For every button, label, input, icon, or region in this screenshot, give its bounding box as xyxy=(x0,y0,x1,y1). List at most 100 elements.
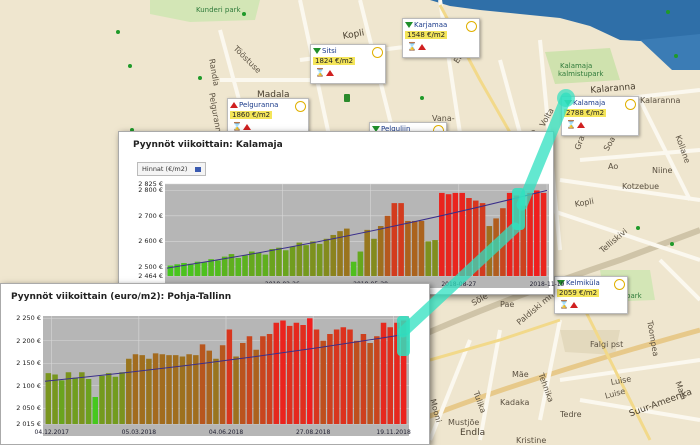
bar xyxy=(289,246,296,276)
bar xyxy=(273,322,280,424)
bar xyxy=(159,354,166,424)
bar xyxy=(152,353,159,424)
bar xyxy=(99,375,105,424)
bar xyxy=(166,355,172,424)
prices-tab[interactable]: Hinnat (€/m2) xyxy=(137,162,207,176)
y-tick-label: 2 250 € xyxy=(16,314,41,323)
up-arrow-icon xyxy=(326,70,334,76)
street-label: Mäe xyxy=(512,370,529,379)
bar xyxy=(146,358,152,424)
up-arrow-icon xyxy=(577,122,585,128)
bar xyxy=(439,192,445,276)
kalamaja-chart-panel: Pyynnöt viikoittain: Kalamaja Hinnat (€/… xyxy=(118,131,565,295)
street-label: kalmistupark xyxy=(558,70,604,78)
bar xyxy=(105,373,112,424)
street-label: park xyxy=(626,292,642,300)
bar xyxy=(260,336,266,424)
area-marker-kalamaja[interactable]: Kalamaja 2788 €/m2 ⌛ xyxy=(561,96,639,136)
pohja-chart-title: Pyynnöt viikoittain (euro/m2): Pohja-Tal… xyxy=(11,292,232,302)
pohja-plot-area: 04.12.2017 05.03.2018 04.06.2018 27.08.2018… xyxy=(35,316,411,436)
bar xyxy=(52,374,58,424)
bar xyxy=(92,397,99,424)
y-tick-label: 2 600 € xyxy=(138,237,163,246)
hourglass-icon: ⌛ xyxy=(566,120,576,129)
street-label: Kalaranna xyxy=(640,96,681,105)
street-label: Mustjõe xyxy=(448,418,480,427)
bar xyxy=(246,336,253,424)
area-price: 2788 €/m2 xyxy=(564,109,607,117)
bar xyxy=(119,372,125,424)
bar xyxy=(320,340,326,424)
street-label: Tedre xyxy=(560,410,582,419)
hourglass-icon: ⌛ xyxy=(559,300,569,309)
area-marker-pelguranna[interactable]: Pelguranna 1860 €/m2 ⌛ xyxy=(227,98,309,134)
street-label: Niine xyxy=(652,166,673,175)
bar xyxy=(65,372,72,424)
area-name: Kalamaja xyxy=(573,99,606,107)
bar xyxy=(323,238,330,276)
bar xyxy=(418,220,425,276)
area-name: Karjamaa xyxy=(414,21,448,29)
bar xyxy=(310,241,316,276)
bar xyxy=(459,192,465,276)
y-tick-label: 2 015 € xyxy=(16,420,41,428)
bar xyxy=(201,262,208,276)
bar xyxy=(493,218,499,276)
bar xyxy=(262,254,269,276)
bar xyxy=(534,190,540,276)
bar xyxy=(79,372,85,424)
kalamaja-chart-title: Pyynnöt viikoittain: Kalamaja xyxy=(133,140,283,150)
kalamaja-bar-chart: 2018-02-262018-05-282018-08-272018-11-19 xyxy=(165,183,565,288)
bar xyxy=(353,340,360,424)
y-tick-label: 2 700 € xyxy=(138,211,163,220)
x-tick-label: 04.12.2017 xyxy=(35,429,70,436)
bar xyxy=(300,325,306,424)
x-tick-label: 05.03.2018 xyxy=(122,429,157,436)
area-marker-karjamaa[interactable]: Karjamaa 1548 €/m2 ⌛ xyxy=(402,18,480,58)
bar xyxy=(340,327,347,424)
chart-icon xyxy=(195,166,202,172)
up-arrow-icon xyxy=(243,124,251,130)
area-name: Kelmiküla xyxy=(566,279,600,287)
bar xyxy=(377,226,384,276)
bar xyxy=(280,320,286,424)
up-arrow-icon xyxy=(418,44,426,50)
hourglass-icon: ⌛ xyxy=(407,42,417,51)
bar xyxy=(242,255,248,276)
bar xyxy=(371,238,377,276)
bar xyxy=(506,192,513,276)
bar xyxy=(400,320,407,424)
bar xyxy=(85,379,92,424)
bar xyxy=(330,234,337,276)
y-tick-label: 2 800 € xyxy=(138,186,163,195)
bar xyxy=(313,329,320,424)
bar xyxy=(513,195,520,276)
bar xyxy=(269,248,275,276)
bar xyxy=(327,334,333,424)
x-tick-label: 2018-11-19 xyxy=(530,281,565,288)
bar xyxy=(520,205,527,276)
bar xyxy=(206,350,212,424)
bar xyxy=(276,247,282,276)
bar xyxy=(266,334,273,424)
bar xyxy=(333,329,340,424)
y-tick-label: 2 500 € xyxy=(138,262,163,271)
bar xyxy=(219,345,226,424)
bar xyxy=(472,200,479,276)
bar xyxy=(240,343,246,424)
bar xyxy=(172,355,179,424)
area-marker-kelmiküla[interactable]: Kelmiküla 2059 €/m2 ⌛ xyxy=(554,276,628,314)
y-tick-label: 2 464 € xyxy=(138,272,163,280)
bar xyxy=(226,329,233,424)
bar xyxy=(411,220,418,276)
street-label: Falgi pst xyxy=(590,340,624,349)
bar xyxy=(199,344,206,424)
trend-arrow-icon xyxy=(230,102,238,108)
bar xyxy=(215,260,221,276)
bar xyxy=(139,355,145,424)
bar xyxy=(286,325,293,424)
bar xyxy=(350,261,357,276)
area-marker-sitsi[interactable]: Sitsi 1824 €/m2 ⌛ xyxy=(310,44,386,84)
hourglass-icon: ⌛ xyxy=(232,122,242,131)
bar xyxy=(282,250,289,276)
